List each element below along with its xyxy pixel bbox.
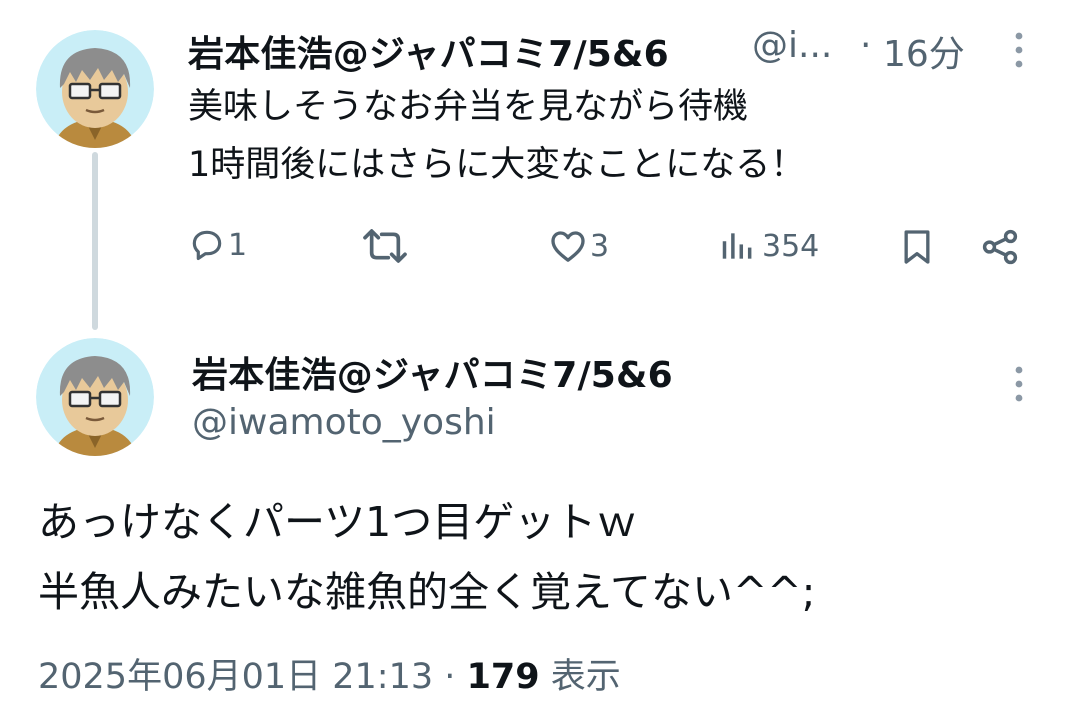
meta-separator: · bbox=[860, 25, 872, 66]
more-options-button[interactable] bbox=[1006, 30, 1032, 74]
tweet-text-line: 半魚人みたいな雑魚的全く覚えてない^^; bbox=[38, 568, 816, 616]
thread-connector-line bbox=[92, 152, 98, 330]
views-label: 表示 bbox=[550, 657, 621, 697]
share-button[interactable] bbox=[978, 226, 1022, 268]
more-options-button[interactable] bbox=[1006, 364, 1032, 408]
tweet-meta: 2025年06月01日 21:13 · 179 表示 bbox=[38, 648, 621, 699]
more-vertical-icon bbox=[1015, 366, 1023, 402]
handle[interactable]: @iwamoto_yoshi bbox=[192, 402, 496, 443]
avatar-icon bbox=[36, 30, 154, 148]
views-count: 354 bbox=[762, 228, 820, 264]
like-count: 3 bbox=[590, 228, 610, 264]
tweet-time[interactable]: 16分 bbox=[883, 25, 965, 77]
heart-icon bbox=[551, 231, 585, 262]
views-icon bbox=[722, 233, 752, 259]
meta-separator: · bbox=[444, 657, 456, 697]
share-icon bbox=[982, 229, 1018, 265]
avatar[interactable] bbox=[36, 338, 154, 456]
handle[interactable]: @i... bbox=[752, 25, 832, 66]
tweet-timestamp[interactable]: 2025年06月01日 21:13 bbox=[38, 657, 433, 697]
display-name[interactable]: 岩本佳浩@ジャパコミ7/5&6 bbox=[192, 346, 673, 398]
reply-icon bbox=[192, 230, 222, 261]
like-button[interactable]: 3 bbox=[548, 226, 609, 266]
views-button[interactable]: 354 bbox=[718, 226, 819, 266]
avatar[interactable] bbox=[36, 30, 154, 148]
tweet-text-line: 美味しそうなお弁当を見ながら待機 bbox=[188, 87, 749, 127]
more-vertical-icon bbox=[1015, 32, 1023, 68]
tweet-text-line: あっけなくパーツ1つ目ゲットｗ bbox=[38, 498, 638, 546]
display-name[interactable]: 岩本佳浩@ジャパコミ7/5&6 bbox=[188, 25, 669, 77]
retweet-icon bbox=[363, 229, 407, 263]
bookmark-button[interactable] bbox=[897, 226, 937, 268]
avatar-icon bbox=[36, 338, 154, 456]
reply-button[interactable]: 1 bbox=[188, 226, 247, 264]
bookmark-icon bbox=[904, 230, 930, 264]
views-count: 179 bbox=[466, 657, 540, 697]
tweet-text-line: 1時間後にはさらに大変なことになる！ bbox=[188, 145, 806, 185]
retweet-button[interactable] bbox=[360, 226, 410, 266]
reply-count: 1 bbox=[228, 227, 248, 263]
